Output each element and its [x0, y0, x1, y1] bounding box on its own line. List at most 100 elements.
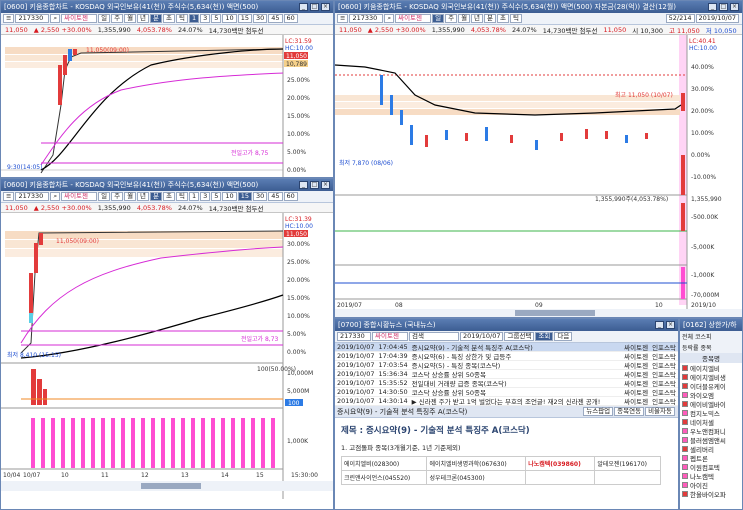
option-kospi[interactable]: 코스피 [695, 334, 712, 341]
option-all[interactable]: 전체 [682, 334, 693, 341]
close-button[interactable]: × [666, 321, 675, 329]
interval-1[interactable]: 1 [188, 14, 200, 23]
interval-1[interactable]: 1 [188, 192, 200, 201]
title-bar[interactable]: [0700] 종합시황뉴스 (국내뉴스) _ × [335, 319, 678, 331]
option-rate[interactable]: 등락률 [682, 345, 699, 352]
daily-price-chart[interactable]: 최고 11,050 (10/07) 최저 7,870 (08/06) LC:40… [335, 35, 742, 317]
interval-10[interactable]: 10 [222, 192, 237, 201]
tab-year[interactable]: 년 [471, 14, 484, 23]
tab-week[interactable]: 주 [111, 192, 124, 201]
search-icon[interactable]: ⌕ [384, 14, 395, 23]
news-row[interactable]: 2019/10/07 17:03:54 증시요약(5) - 특징 종목(코스닥) 싸이… [335, 361, 678, 370]
interval-3[interactable]: 3 [200, 14, 211, 23]
title-bar[interactable]: [0162] 상한가/하 [680, 319, 742, 331]
y-tick: 20.00% [691, 108, 714, 115]
tab-day[interactable]: 일 [98, 14, 111, 23]
option-stock[interactable]: 종목 [700, 345, 711, 352]
chart-toolbar: ≡ 217330 ⌕ 싸이토젠 일 주 월 년 분 초 틱 52/214 201… [335, 13, 742, 25]
search-icon[interactable]: ⌕ [50, 192, 61, 201]
interval-45[interactable]: 45 [268, 192, 283, 201]
tab-day[interactable]: 일 [432, 14, 445, 23]
close-button[interactable]: × [321, 181, 330, 189]
scroll-thumb[interactable] [141, 483, 201, 489]
interval-10[interactable]: 10 [222, 14, 237, 23]
code-input[interactable]: 217330 [337, 332, 371, 341]
volume-bar [37, 379, 42, 405]
date-field[interactable]: 2019/10/07 [695, 14, 739, 23]
interval-30[interactable]: 30 [252, 192, 268, 201]
code-input[interactable]: 217330 [15, 192, 50, 201]
tab-tick[interactable]: 틱 [176, 192, 188, 201]
y-tick: 10.00% [691, 130, 714, 137]
interval-3[interactable]: 3 [200, 192, 211, 201]
interval-60[interactable]: 60 [283, 192, 298, 201]
tab-second[interactable]: 초 [163, 192, 175, 201]
maximize-button[interactable]: □ [310, 181, 319, 189]
interval-15[interactable]: 15 [237, 14, 252, 23]
code-input[interactable]: 217330 [349, 14, 384, 23]
group-select[interactable]: 그룹선택 [504, 332, 535, 341]
query-button[interactable]: 조회 [535, 332, 554, 341]
chart-toolbar: ≡ 217330 ⌕ 싸이토젠 일 주 월 년 분 초 틱 1 3 5 10 1… [1, 191, 333, 203]
interval-45[interactable]: 45 [268, 14, 283, 23]
tab-day[interactable]: 일 [98, 192, 111, 201]
interval-60[interactable]: 60 [283, 14, 298, 23]
title-bar[interactable]: [0600] 키움종합차트 - KOSDAQ 외국인보유(41(천)) 주식수(… [1, 179, 333, 191]
tab-minute[interactable]: 분 [150, 14, 163, 23]
tab-year[interactable]: 년 [137, 192, 150, 201]
news-row[interactable]: 2019/10/07 15:35:52 전일대비 거래량 급증 종목(코스닥) 싸이토… [335, 379, 678, 388]
table-cell [525, 470, 596, 485]
minimize-button[interactable]: _ [708, 3, 717, 11]
menu-icon[interactable]: ≡ [337, 14, 349, 23]
interval-5[interactable]: 5 [211, 14, 222, 23]
market-cap: 14,730백만 첨두선 [208, 26, 264, 35]
minimize-button[interactable]: _ [299, 181, 308, 189]
ratio-auto-checkbox[interactable]: 비율자동 [645, 407, 675, 416]
maximize-button[interactable]: □ [719, 3, 728, 11]
tab-minute[interactable]: 분 [484, 14, 497, 23]
amount: 4,053.78% [136, 203, 172, 212]
tab-month[interactable]: 월 [124, 192, 137, 201]
tab-week[interactable]: 주 [445, 14, 458, 23]
tab-second[interactable]: 초 [163, 14, 175, 23]
search-input[interactable]: 검색 [409, 332, 459, 341]
menu-icon[interactable]: ≡ [3, 192, 15, 201]
tab-month[interactable]: 월 [458, 14, 471, 23]
search-icon[interactable]: ⌕ [50, 14, 61, 23]
news-popup-checkbox[interactable]: 뉴스팝업 [583, 407, 614, 416]
tab-tick[interactable]: 틱 [510, 14, 522, 23]
stock-link-checkbox[interactable]: 종목연동 [614, 407, 645, 416]
news-row[interactable]: 2019/10/07 14:30:14 ▶ 신라젠 주가 받고 1억 벌었다는 부호… [335, 397, 678, 406]
title-bar[interactable]: [0600] 키움종합차트 - KOSDAQ 외국인보유(41(천)) 주식수(… [1, 1, 333, 13]
minimize-button[interactable]: _ [655, 321, 664, 329]
tab-second[interactable]: 초 [497, 14, 509, 23]
tab-minute[interactable]: 분 [150, 192, 163, 201]
date-field[interactable]: 2019/10/07 [460, 332, 504, 341]
vol-tick: 1,000K [287, 438, 309, 445]
title-bar[interactable]: [0600] 키움종합차트 - KOSDAQ 외국인보유(41(천)) 주식수(… [335, 1, 742, 13]
minimize-button[interactable]: _ [299, 3, 308, 11]
next-button[interactable]: 다음 [554, 332, 573, 341]
tab-month[interactable]: 월 [124, 14, 137, 23]
tab-year[interactable]: 년 [137, 14, 150, 23]
list-item[interactable]: 한올바이오파 [680, 489, 742, 499]
ind-tick: -5,000K [691, 244, 715, 251]
ind-tick: -70,000M [691, 292, 719, 299]
tab-tick[interactable]: 틱 [176, 14, 188, 23]
interval-5[interactable]: 5 [211, 192, 222, 201]
code-input[interactable]: 217330 [15, 14, 50, 23]
news-row[interactable]: 2019/10/07 14:30:50 코스닥 상승률 상위 50종목 싸이토젠 인포스… [335, 388, 678, 397]
interval-30[interactable]: 30 [252, 14, 268, 23]
scroll-thumb[interactable] [515, 310, 595, 316]
interval-15[interactable]: 15 [237, 192, 252, 201]
intraday-price-volume-chart[interactable]: 11,050(09:00) 최저 8,410 (15:15) 전일고가 8,73… [1, 213, 333, 499]
news-row[interactable]: 2019/10/07 15:36:34 코스닥 상승률 상위 50종목 싸이토젠 인포스… [335, 370, 678, 379]
maximize-button[interactable]: □ [310, 3, 319, 11]
close-button[interactable]: × [321, 3, 330, 11]
menu-icon[interactable]: ≡ [3, 14, 15, 23]
intraday-price-chart[interactable]: 11,050(09:00) 9:30(14:05) 전일고가 8,75 LC:3… [1, 35, 333, 177]
news-row[interactable]: 2019/10/07 17:04:45 증시요약(9) - 기술적 분석 특징주 A… [335, 343, 678, 352]
close-button[interactable]: × [730, 3, 739, 11]
news-row[interactable]: 2019/10/07 17:04:39 증시요약(6) - 특징 상한가 및 급등주… [335, 352, 678, 361]
tab-week[interactable]: 주 [111, 14, 124, 23]
